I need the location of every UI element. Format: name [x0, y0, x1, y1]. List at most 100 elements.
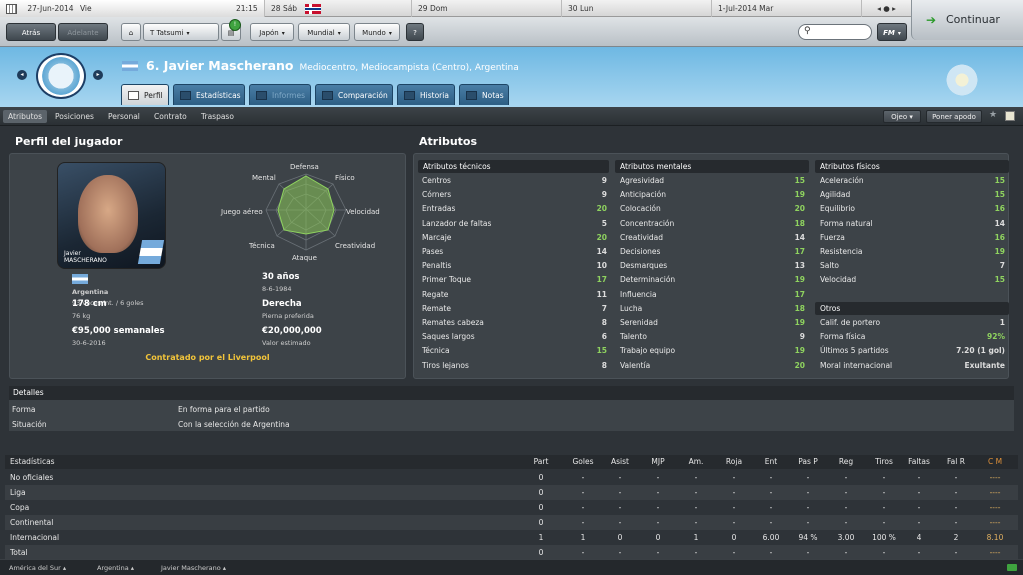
- attribute-row[interactable]: Serenidad 19: [615, 316, 809, 330]
- contract-note[interactable]: Contratado por el Liverpool: [9, 353, 406, 362]
- tab-comparison[interactable]: Comparación: [315, 84, 393, 105]
- stats-column-header[interactable]: C M: [978, 455, 1012, 469]
- attribute-row[interactable]: Agresividad 15: [615, 174, 809, 188]
- day-name: Lun: [579, 4, 594, 13]
- attribute-row[interactable]: Velocidad 15: [815, 273, 1009, 287]
- stats-column-header[interactable]: Goles: [566, 455, 600, 469]
- attribute-row[interactable]: Resistencia 19: [815, 245, 1009, 259]
- attribute-row[interactable]: Aceleración 15: [815, 174, 1009, 188]
- stats-column-header[interactable]: MJP: [642, 455, 674, 469]
- attribute-row[interactable]: Creatividad 14: [615, 231, 809, 245]
- stats-column-header[interactable]: Ent: [754, 455, 788, 469]
- star-icon[interactable]: ★: [989, 110, 997, 120]
- attribute-row[interactable]: Forma física 92%: [815, 330, 1009, 344]
- attribute-row[interactable]: Técnica 15: [417, 344, 611, 358]
- attribute-row[interactable]: Colocación 20: [615, 202, 809, 216]
- help-button[interactable]: ?: [406, 23, 424, 41]
- nation-value[interactable]: Argentina: [72, 288, 144, 296]
- attribute-row[interactable]: Talento 9: [615, 330, 809, 344]
- breadcrumb-nation[interactable]: Argentina ▴: [97, 560, 134, 575]
- attribute-row[interactable]: Valentía 20: [615, 359, 809, 373]
- attribute-row[interactable]: Trabajo equipo 19: [615, 344, 809, 358]
- attribute-row[interactable]: Lucha 18: [615, 302, 809, 316]
- stats-column-header[interactable]: Estadísticas: [10, 455, 130, 469]
- attribute-row[interactable]: Decisiones 17: [615, 245, 809, 259]
- chevron-right-icon[interactable]: ▸: [892, 4, 896, 13]
- attribute-row[interactable]: Centros 9: [417, 174, 611, 188]
- manager-menu[interactable]: T Tatsumi ▾: [143, 23, 219, 41]
- worldcup-menu[interactable]: Mundial ▾: [298, 23, 350, 41]
- stats-column-header[interactable]: Part: [527, 455, 555, 469]
- stats-column-header[interactable]: Asist: [604, 455, 636, 469]
- forward-button[interactable]: Adelante: [58, 23, 108, 41]
- stats-cell: -: [882, 473, 886, 482]
- stats-column-header[interactable]: Roja: [718, 455, 750, 469]
- calendar-day-30[interactable]: 30 Lun: [561, 0, 711, 17]
- attribute-row[interactable]: Influencia 17: [615, 288, 809, 302]
- attribute-row[interactable]: Equilibrio 16: [815, 202, 1009, 216]
- attribute-row[interactable]: Desmarques 13: [615, 259, 809, 273]
- attribute-row[interactable]: Primer Toque 17: [417, 273, 611, 287]
- stats-column-header[interactable]: Fal R: [940, 455, 972, 469]
- attribute-row[interactable]: Remate 7: [417, 302, 611, 316]
- tab-stats[interactable]: Estadísticas: [173, 84, 245, 105]
- attribute-row[interactable]: Agilidad 15: [815, 188, 1009, 202]
- status-icon[interactable]: [1007, 564, 1017, 571]
- notepad-icon[interactable]: [1005, 111, 1015, 121]
- notification-badge[interactable]: !: [229, 19, 241, 31]
- attribute-row[interactable]: Penaltis 10: [417, 259, 611, 273]
- tab-history[interactable]: Historia: [397, 84, 455, 105]
- nickname-button[interactable]: Poner apodo: [926, 110, 982, 123]
- attribute-row[interactable]: Tiros lejanos 8: [417, 359, 611, 373]
- current-date-cell[interactable]: 27-Jun-2014 Vie 21:15: [0, 0, 264, 17]
- continue-button[interactable]: ➔ Continuar: [911, 0, 1023, 40]
- calendar-day-1jul[interactable]: 1-Jul-2014 Mar: [711, 0, 861, 17]
- attribute-row[interactable]: Forma natural 14: [815, 217, 1009, 231]
- world-menu[interactable]: Mundo ▾: [354, 23, 400, 41]
- fm-menu-button[interactable]: FM ▾: [877, 23, 907, 41]
- attribute-row[interactable]: Salto 7: [815, 259, 1009, 273]
- prev-player-button[interactable]: ◂: [17, 70, 27, 80]
- attribute-row[interactable]: Pases 14: [417, 245, 611, 259]
- search-input[interactable]: ⚲: [798, 24, 872, 40]
- stats-column-header[interactable]: Am.: [680, 455, 712, 469]
- attribute-row[interactable]: Lanzador de faltas 5: [417, 217, 611, 231]
- attribute-row[interactable]: Determinación 19: [615, 273, 809, 287]
- attribute-row[interactable]: Últimos 5 partidos 7.20 (1 gol): [815, 344, 1009, 358]
- subnav-positions[interactable]: Posiciones: [50, 110, 99, 123]
- subnav-personal[interactable]: Personal: [103, 110, 145, 123]
- attribute-row[interactable]: Marcaje 20: [417, 231, 611, 245]
- subnav-contract[interactable]: Contrato: [149, 110, 192, 123]
- subnav-transfer[interactable]: Traspaso: [196, 110, 239, 123]
- attribute-row[interactable]: Regate 11: [417, 288, 611, 302]
- attribute-row[interactable]: Moral internacional Exultante: [815, 359, 1009, 373]
- attribute-row[interactable]: Saques largos 6: [417, 330, 611, 344]
- calendar-nav[interactable]: ◂ ● ▸: [861, 0, 911, 17]
- foot-label: Pierna preferida: [262, 312, 314, 320]
- dot-icon[interactable]: ●: [883, 4, 890, 13]
- stats-column-header[interactable]: Pas P: [790, 455, 826, 469]
- attribute-row[interactable]: Entradas 20: [417, 202, 611, 216]
- stats-column-header[interactable]: Reg: [830, 455, 862, 469]
- attribute-row[interactable]: Córners 9: [417, 188, 611, 202]
- japan-menu[interactable]: Japón ▾: [250, 23, 294, 41]
- home-button[interactable]: ⌂: [121, 23, 141, 41]
- stats-column-header[interactable]: Tiros: [866, 455, 902, 469]
- calendar-day-29[interactable]: 29 Dom: [411, 0, 561, 17]
- next-player-button[interactable]: ▸: [93, 70, 103, 80]
- scout-button[interactable]: Ojeo ▾: [883, 110, 921, 123]
- subnav-attributes[interactable]: Atributos: [3, 110, 48, 123]
- back-button[interactable]: Atrás: [6, 23, 56, 41]
- breadcrumb-player[interactable]: Javier Mascherano ▴: [161, 560, 226, 575]
- attribute-row[interactable]: Anticipación 19: [615, 188, 809, 202]
- attribute-row[interactable]: Concentración 18: [615, 217, 809, 231]
- tab-notes[interactable]: Notas: [459, 84, 509, 105]
- calendar-day-28[interactable]: 28 Sáb: [264, 0, 411, 17]
- breadcrumb-continent[interactable]: América del Sur ▴: [9, 560, 66, 575]
- attribute-row[interactable]: Remates cabeza 8: [417, 316, 611, 330]
- attribute-row[interactable]: Fuerza 16: [815, 231, 1009, 245]
- attribute-row[interactable]: Calif. de portero 1: [815, 316, 1009, 330]
- stats-column-header[interactable]: Faltas: [902, 455, 936, 469]
- tab-profile[interactable]: Perfil: [121, 84, 169, 105]
- chevron-left-icon[interactable]: ◂: [877, 4, 881, 13]
